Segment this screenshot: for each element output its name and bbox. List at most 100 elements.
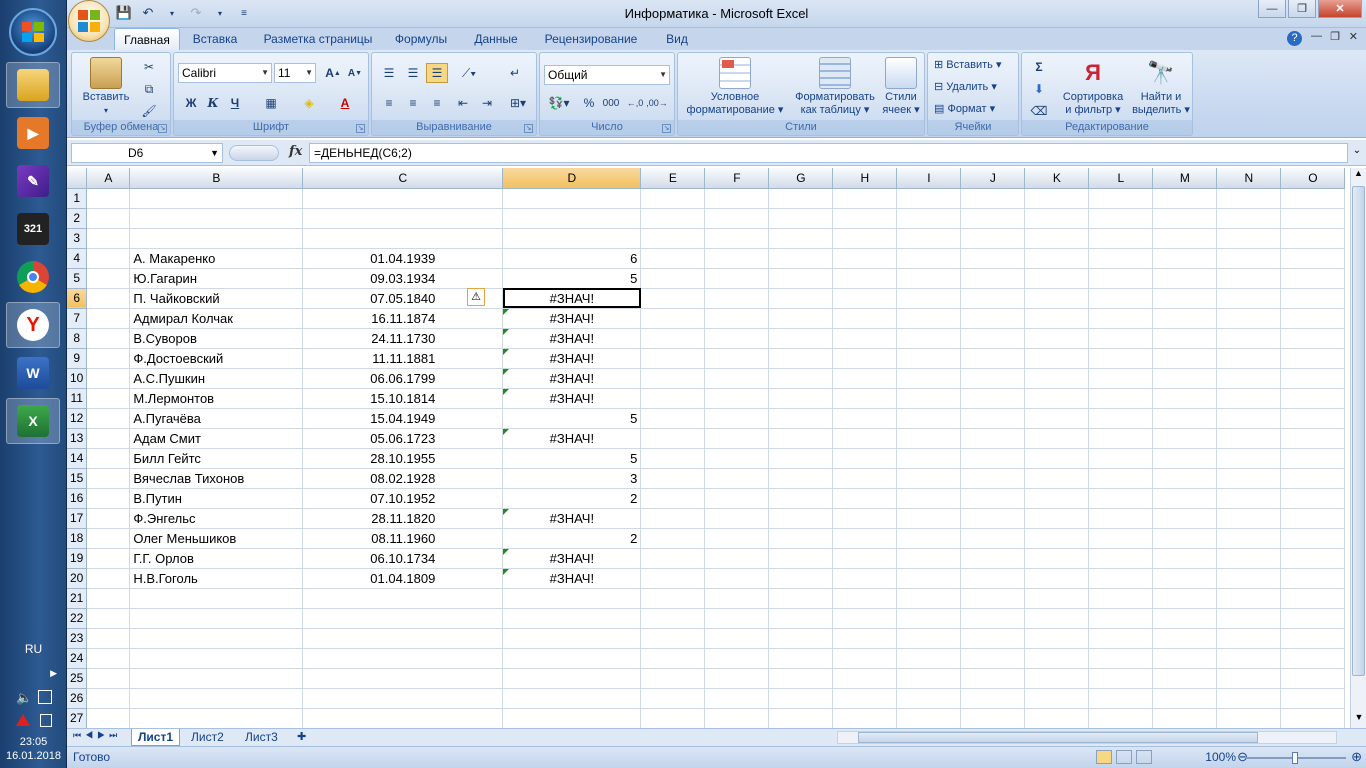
row-header[interactable]: 20 xyxy=(67,568,88,589)
undo-icon[interactable]: ↶ xyxy=(139,4,157,22)
cell-empty[interactable] xyxy=(832,668,898,689)
cell-a[interactable] xyxy=(86,688,131,709)
cell-d[interactable]: #ЗНАЧ! xyxy=(502,388,642,409)
bold-button[interactable]: Ж xyxy=(180,93,202,113)
cell-d[interactable] xyxy=(502,668,642,689)
cell-b[interactable] xyxy=(129,588,304,609)
cell-empty[interactable] xyxy=(768,568,834,589)
cell-empty[interactable] xyxy=(640,388,706,409)
cell-empty[interactable] xyxy=(896,588,962,609)
cell-empty[interactable] xyxy=(1280,468,1346,489)
cell-empty[interactable] xyxy=(832,268,898,289)
cell-empty[interactable] xyxy=(1152,528,1218,549)
cell-empty[interactable] xyxy=(1088,608,1154,629)
redo-icon[interactable]: ↷ xyxy=(187,4,205,22)
column-header-a[interactable]: A xyxy=(86,168,131,189)
cell-empty[interactable] xyxy=(640,488,706,509)
cell-empty[interactable] xyxy=(704,188,770,209)
tab-review[interactable]: Рецензирование xyxy=(541,28,641,50)
cell-empty[interactable] xyxy=(1216,528,1282,549)
cell-empty[interactable] xyxy=(704,508,770,529)
cell-empty[interactable] xyxy=(896,248,962,269)
column-header-n[interactable]: N xyxy=(1216,168,1282,189)
help-icon[interactable]: ? xyxy=(1287,31,1302,46)
cell-empty[interactable] xyxy=(1024,248,1090,269)
cell-empty[interactable] xyxy=(704,288,770,309)
cell-empty[interactable] xyxy=(1152,448,1218,469)
cell-empty[interactable] xyxy=(896,688,962,709)
cell-b[interactable] xyxy=(129,648,304,669)
cell-empty[interactable] xyxy=(1216,628,1282,649)
cell-d[interactable]: #ЗНАЧ! xyxy=(502,348,642,369)
cell-a[interactable] xyxy=(86,608,131,629)
cell-b[interactable] xyxy=(129,688,304,709)
cell-c[interactable]: 01.04.1809 xyxy=(302,568,504,589)
cell-d[interactable]: 2 xyxy=(502,528,642,549)
cell-d[interactable]: #ЗНАЧ! xyxy=(502,328,642,349)
cell-d[interactable]: #ЗНАЧ! xyxy=(502,508,642,529)
cell-empty[interactable] xyxy=(1088,428,1154,449)
cell-empty[interactable] xyxy=(896,268,962,289)
cell-empty[interactable] xyxy=(640,688,706,709)
cell-d[interactable]: 2 xyxy=(502,488,642,509)
cell-b[interactable]: Г.Г. Орлов xyxy=(129,548,304,569)
cell-a[interactable] xyxy=(86,208,131,229)
italic-button[interactable]: К xyxy=(202,93,224,113)
doc-close-button[interactable]: ✕ xyxy=(1349,30,1358,43)
cell-empty[interactable] xyxy=(1216,368,1282,389)
cell-empty[interactable] xyxy=(1280,548,1346,569)
cell-empty[interactable] xyxy=(1280,488,1346,509)
cell-a[interactable] xyxy=(86,568,131,589)
cell-empty[interactable] xyxy=(1024,568,1090,589)
cell-b[interactable]: В.Путин xyxy=(129,488,304,509)
cell-empty[interactable] xyxy=(832,628,898,649)
clear-icon[interactable]: ⌫ xyxy=(1028,101,1050,121)
row-header[interactable]: 2 xyxy=(67,208,88,229)
tray-expand-icon[interactable]: ▶ xyxy=(50,668,57,679)
cell-empty[interactable] xyxy=(1280,508,1346,529)
cell-empty[interactable] xyxy=(1024,688,1090,709)
cell-empty[interactable] xyxy=(704,428,770,449)
row-header[interactable]: 15 xyxy=(67,468,88,489)
row-header[interactable]: 7 xyxy=(67,308,88,329)
column-header-k[interactable]: K xyxy=(1024,168,1090,189)
cell-empty[interactable] xyxy=(1280,328,1346,349)
cell-empty[interactable] xyxy=(704,468,770,489)
cell-empty[interactable] xyxy=(896,488,962,509)
cell-empty[interactable] xyxy=(1024,208,1090,229)
normal-view-button[interactable] xyxy=(1096,750,1112,764)
start-button[interactable] xyxy=(9,8,57,56)
row-header[interactable]: 14 xyxy=(67,448,88,469)
save-icon[interactable]: 💾 xyxy=(115,4,133,22)
cell-d[interactable] xyxy=(502,708,642,728)
cell-empty[interactable] xyxy=(960,188,1026,209)
cell-b[interactable]: Билл Гейтс xyxy=(129,448,304,469)
cell-empty[interactable] xyxy=(704,248,770,269)
cell-empty[interactable] xyxy=(1280,408,1346,429)
cell-empty[interactable] xyxy=(1216,228,1282,249)
align-bottom-icon[interactable]: ☰ xyxy=(426,63,448,83)
cell-d[interactable] xyxy=(502,208,642,229)
cell-c[interactable] xyxy=(302,188,504,209)
grow-font-icon[interactable]: A ▲ xyxy=(322,63,344,83)
alignment-launcher-icon[interactable]: ↘ xyxy=(524,124,533,133)
cell-empty[interactable] xyxy=(1152,188,1218,209)
cell-empty[interactable] xyxy=(960,628,1026,649)
cell-empty[interactable] xyxy=(832,608,898,629)
name-box-dropdown-icon[interactable]: ▼ xyxy=(210,144,219,162)
cell-empty[interactable] xyxy=(640,588,706,609)
cell-empty[interactable] xyxy=(640,248,706,269)
cell-c[interactable]: 01.04.1939 xyxy=(302,248,504,269)
sort-filter-button[interactable]: Я Сортировка и фильтр ▾ xyxy=(1058,57,1128,117)
cell-d[interactable]: 5 xyxy=(502,448,642,469)
sheet-tab-1[interactable]: Лист1 xyxy=(131,729,181,746)
volume-icon[interactable]: 🔈 xyxy=(16,690,32,706)
cell-empty[interactable] xyxy=(960,348,1026,369)
cell-empty[interactable] xyxy=(1152,508,1218,529)
cell-b[interactable]: Вячеслав Тихонов xyxy=(129,468,304,489)
cell-empty[interactable] xyxy=(1024,388,1090,409)
cell-empty[interactable] xyxy=(704,668,770,689)
cell-empty[interactable] xyxy=(640,468,706,489)
cell-empty[interactable] xyxy=(1088,388,1154,409)
cell-d[interactable]: #ЗНАЧ! xyxy=(502,428,642,449)
